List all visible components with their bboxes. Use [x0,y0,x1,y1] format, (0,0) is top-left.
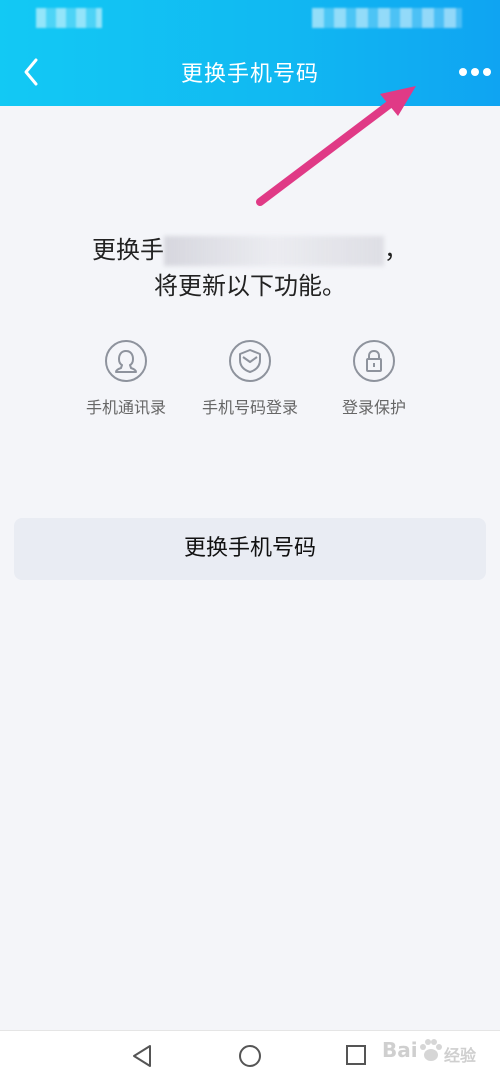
change-phone-number-button[interactable]: 更换手机号码 [14,518,486,580]
status-bar-left-blurred [36,8,102,28]
watermark-prefix: Bai [382,1038,418,1062]
paw-icon [420,1039,442,1061]
feature-list: 手机通讯录 手机号码登录 登录保护 [0,340,500,420]
triangle-back-icon [133,1045,151,1067]
feature-label: 手机号码登录 [201,398,298,417]
square-recents-icon [346,1045,366,1065]
app-header: 更换手机号码 [0,0,500,106]
nav-back-button[interactable] [130,1043,156,1069]
status-bar-right-blurred [312,8,462,28]
info-line-1: 更换手 ， [0,232,500,268]
nav-home-button[interactable] [237,1043,263,1069]
feature-label: 手机通讯录 [85,398,166,417]
info-line-1-prefix: 更换手 [92,236,164,264]
info-line-2: 将更新以下功能。 [154,272,346,300]
lock-icon [353,340,395,382]
more-horizontal-icon [459,68,491,76]
feature-label: 登录保护 [341,398,406,417]
feature-login-protection: 登录保护 [304,340,444,418]
circle-home-icon [239,1045,261,1067]
nav-recents-button[interactable] [344,1043,368,1067]
redacted-phone-number [164,236,384,266]
page-title: 更换手机号码 [180,62,319,87]
feature-phone-login: 手机号码登录 [180,340,320,418]
contacts-icon [105,340,147,382]
more-options-button[interactable] [452,56,498,90]
feature-contacts: 手机通讯录 [56,340,196,418]
baidu-watermark: Bai 经验 [382,1032,500,1076]
info-message: 更换手 ， 将更新以下功能。 [0,232,500,304]
info-line-1-suffix: ， [384,236,408,264]
shield-icon [229,340,271,382]
watermark-suffix: 经验 [444,1046,477,1065]
